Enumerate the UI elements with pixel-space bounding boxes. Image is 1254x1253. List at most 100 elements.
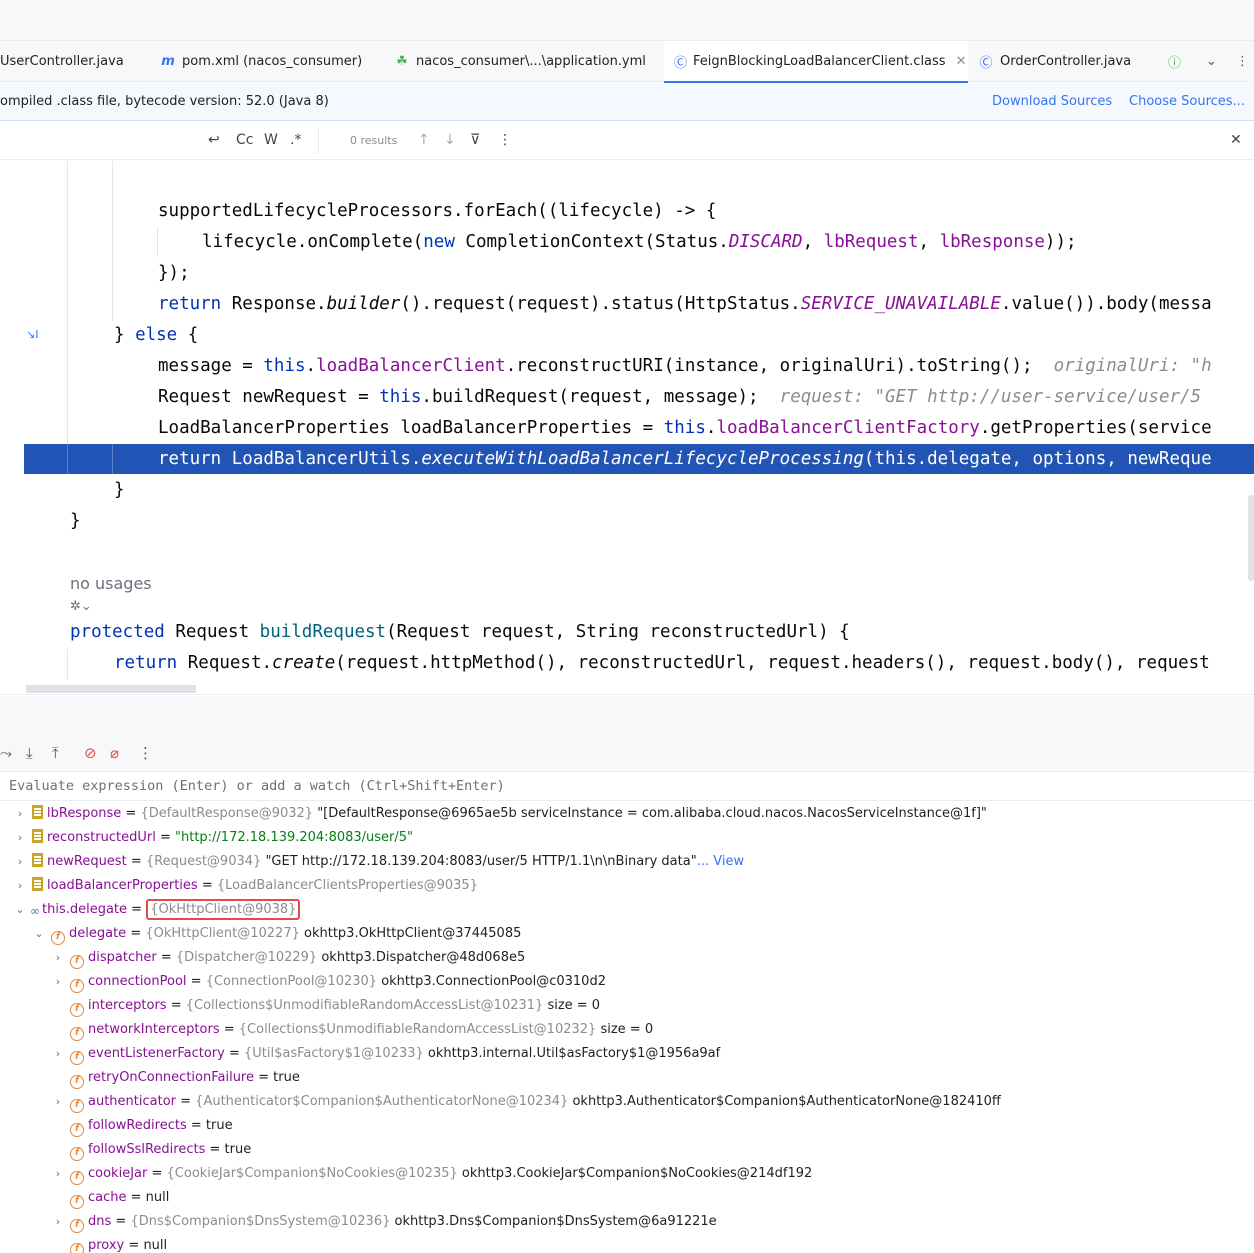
mute-breakpoints-icon[interactable]: ⌀ <box>110 744 119 762</box>
variables-tree: › lbResponse = {DefaultResponse@9032} "[D… <box>0 802 1254 1253</box>
code-line: Request newRequest = this.buildRequest(r… <box>158 387 1202 407</box>
variable-type: {Dispatcher@10229} <box>175 950 322 965</box>
chevron-right-icon[interactable]: › <box>52 1162 64 1186</box>
chevron-right-icon[interactable]: › <box>14 850 26 874</box>
no-usages-hint[interactable]: no usages <box>70 574 152 593</box>
variable-row[interactable]: f retryOnConnectionFailure = true <box>52 1066 300 1090</box>
equals-sign: = <box>224 1046 244 1061</box>
equals-sign: = <box>126 1190 146 1205</box>
variable-value: true <box>273 1070 300 1085</box>
variable-name: cache <box>88 1190 127 1205</box>
field-icon: f <box>51 931 65 945</box>
chevron-down-icon[interactable]: ⌄ <box>1206 41 1217 82</box>
more-vertical-icon[interactable]: ⋮ <box>498 132 512 148</box>
variable-type: {Collections$UnmodifiableRandomAccessLis… <box>238 1022 601 1037</box>
chevron-right-icon[interactable]: › <box>52 1042 64 1066</box>
field-icon: f <box>70 1051 84 1065</box>
variable-row[interactable]: › f eventListenerFactory = {Util$asFactory… <box>52 1042 720 1066</box>
chevron-right-icon[interactable]: › <box>52 1090 64 1114</box>
step-into-icon[interactable]: ⤓ <box>26 744 33 762</box>
variable-value: true <box>224 1142 252 1157</box>
variable-row[interactable]: f networkInterceptors = {Collections$Unmo… <box>52 1018 653 1042</box>
step-out-icon[interactable]: ⤒ <box>52 744 59 762</box>
step-over-icon[interactable]: ⤳ <box>0 744 12 762</box>
variable-name: cookieJar <box>88 1166 148 1181</box>
yaml-icon: ☘ <box>396 54 408 69</box>
variable-row[interactable]: f interceptors = {Collections$Unmodifiabl… <box>52 994 600 1018</box>
debug-toolbar: ⤳ ⤓ ⤒ ⊘ ⌀ ⋮ <box>0 738 1254 770</box>
chevron-down-icon[interactable]: ⌄ <box>14 898 26 922</box>
variable-name: reconstructedUrl <box>47 830 156 845</box>
chevron-right-icon[interactable]: › <box>14 826 26 850</box>
variable-row[interactable]: › f connectionPool = {ConnectionPool@10230… <box>52 970 606 994</box>
variable-row[interactable]: f cache = null <box>52 1186 169 1210</box>
variable-row[interactable]: › f dns = {Dns$Companion$DnsSystem@10236} … <box>52 1210 717 1234</box>
view-link[interactable]: ... View <box>697 854 744 869</box>
indent-guide <box>112 161 113 321</box>
variable-name: loadBalancerProperties <box>47 878 198 893</box>
code-line: }); <box>158 263 190 283</box>
variable-row[interactable]: › reconstructedUrl = "http://172.18.139.2… <box>14 826 413 850</box>
variable-value: "GET http://172.18.139.204:8083/user/5 H… <box>265 854 697 869</box>
tab-user-controller[interactable]: UserController.java <box>0 41 124 82</box>
close-icon[interactable]: ✕ <box>1230 132 1242 148</box>
chevron-right-icon[interactable]: › <box>14 802 26 826</box>
tab-label: OrderController.java <box>1000 54 1132 69</box>
variable-type: {Dns$Companion$DnsSystem@10236} <box>130 1214 395 1229</box>
code-line: return Response.builder().request(reques… <box>158 294 1212 314</box>
variable-row[interactable]: › lbResponse = {DefaultResponse@9032} "[D… <box>14 802 987 826</box>
indent-guide <box>157 227 158 257</box>
newline-toggle-icon[interactable]: ↩ <box>208 132 220 148</box>
variable-value: "[DefaultResponse@6965ae5b serviceInstan… <box>317 806 987 821</box>
variable-row[interactable]: ⌄ ∞ this.delegate = {OkHttpClient@9038} <box>14 898 301 922</box>
more-vertical-icon[interactable]: ⋮ <box>138 744 153 762</box>
chevron-right-icon[interactable]: › <box>52 946 64 970</box>
code-editor[interactable]: supportedLifecycleProcessors.forEach((li… <box>0 161 1254 695</box>
variable-value: size = 0 <box>547 998 601 1013</box>
variable-row[interactable]: f proxy = null <box>52 1234 167 1253</box>
indent-guide <box>67 444 68 474</box>
arrow-down-icon[interactable]: ↓ <box>444 132 456 148</box>
choose-sources-link[interactable]: Choose Sources... <box>1129 94 1245 109</box>
words-toggle[interactable]: W <box>264 132 278 148</box>
variable-type: {OkHttpClient@10227} <box>145 926 305 941</box>
vertical-scrollbar[interactable] <box>1248 495 1254 581</box>
variable-row[interactable]: f followRedirects = true <box>52 1114 233 1138</box>
view-breakpoints-icon[interactable]: ⊘ <box>84 744 97 762</box>
debug-step-icon[interactable]: ↘I <box>26 328 38 341</box>
variable-value: okhttp3.CookieJar$Companion$NoCookies@21… <box>461 1166 813 1181</box>
arrow-up-icon[interactable]: ↑ <box>418 132 430 148</box>
chevron-right-icon[interactable]: › <box>52 1210 64 1234</box>
chevron-right-icon[interactable]: › <box>52 970 64 994</box>
tab-pom-xml[interactable]: m pom.xml (nacos_consumer) <box>160 41 362 82</box>
chevron-right-icon[interactable]: › <box>14 874 26 898</box>
variable-row[interactable]: › newRequest = {Request@9034} "GET http:/… <box>14 850 744 874</box>
variable-row[interactable]: f followSslRedirects = true <box>52 1138 251 1162</box>
variable-icon <box>32 805 43 819</box>
filter-icon[interactable]: ⊽ <box>470 132 480 148</box>
download-sources-link[interactable]: Download Sources <box>992 94 1112 109</box>
variable-row[interactable]: ⌄ f delegate = {OkHttpClient@10227} okhttp… <box>33 922 521 946</box>
ai-assist-icon[interactable]: ✲⌄ <box>70 599 92 614</box>
horizontal-scrollbar[interactable] <box>26 685 196 693</box>
tab-feign-blocking-client[interactable]: Ⓒ FeignBlockingLoadBalancerClient.class … <box>664 41 968 83</box>
more-vertical-icon[interactable]: ⋮ <box>1236 41 1249 82</box>
variable-row[interactable]: › loadBalancerProperties = {LoadBalancerC… <box>14 874 478 898</box>
tab-order-controller[interactable]: Ⓒ OrderController.java <box>978 41 1131 82</box>
close-icon[interactable]: ✕ <box>956 54 967 69</box>
field-icon: f <box>70 1171 84 1185</box>
regex-toggle[interactable]: .* <box>290 132 301 148</box>
variable-row[interactable]: › f dispatcher = {Dispatcher@10229} okhttp… <box>52 946 525 970</box>
equals-sign: = <box>124 1238 144 1253</box>
match-case-toggle[interactable]: Cc <box>236 132 253 148</box>
tab-application-yml[interactable]: ☘ nacos_consumer\...\application.yml <box>394 41 646 82</box>
interface-tab-icon[interactable]: ⓘ <box>1168 41 1181 82</box>
variable-name: authenticator <box>88 1094 176 1109</box>
tab-label: FeignBlockingLoadBalancerClient.class <box>693 54 946 69</box>
evaluate-expression-input[interactable]: Evaluate expression (Enter) or add a wat… <box>0 771 1254 801</box>
variable-name: this.delegate <box>42 902 128 917</box>
tab-label: pom.xml (nacos_consumer) <box>182 54 363 69</box>
variable-row[interactable]: › f cookieJar = {CookieJar$Companion$NoCoo… <box>52 1162 812 1186</box>
chevron-down-icon[interactable]: ⌄ <box>33 922 45 946</box>
variable-row[interactable]: › f authenticator = {Authenticator$Compani… <box>52 1090 1001 1114</box>
